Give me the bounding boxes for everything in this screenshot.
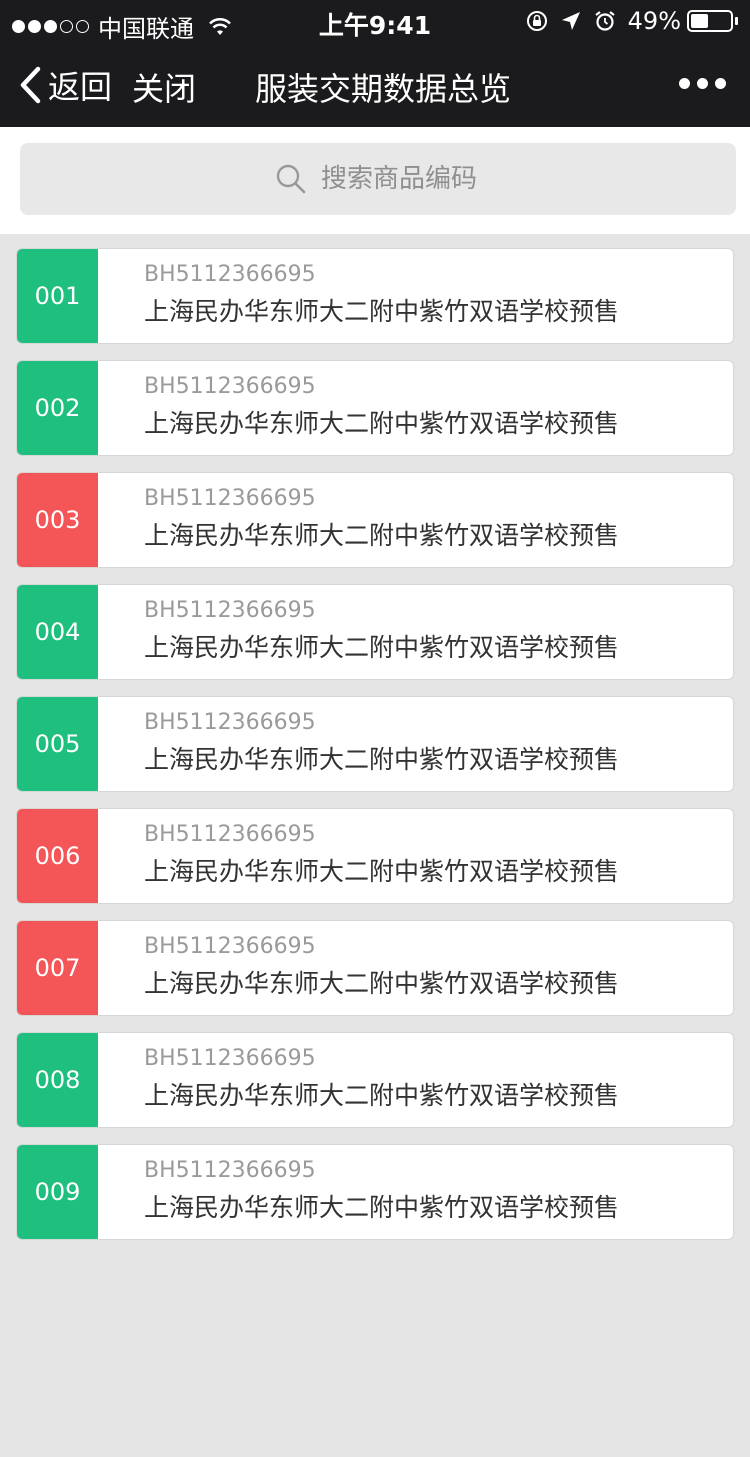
search-box[interactable] — [20, 143, 736, 215]
index-badge: 006 — [17, 809, 98, 903]
chevron-left-icon — [20, 66, 41, 104]
product-code: BH5112366695 — [144, 486, 316, 511]
product-code: BH5112366695 — [144, 710, 316, 735]
product-code: BH5112366695 — [144, 598, 316, 623]
status-bar: 中国联通 上午9:41 49% — [0, 0, 750, 43]
index-badge: 003 — [17, 473, 98, 567]
item-info: BH5112366695 上海民办华东师大二附中紫竹双语学校预售 — [144, 597, 619, 663]
list-item[interactable]: 008 BH5112366695 上海民办华东师大二附中紫竹双语学校预售 — [16, 1032, 734, 1128]
index-badge: 005 — [17, 697, 98, 791]
more-dot-icon — [715, 78, 726, 89]
item-info: BH5112366695 上海民办华东师大二附中紫竹双语学校预售 — [144, 1045, 619, 1111]
product-code: BH5112366695 — [144, 262, 316, 287]
item-info: BH5112366695 上海民办华东师大二附中紫竹双语学校预售 — [144, 821, 619, 887]
product-name: 上海民办华东师大二附中紫竹双语学校预售 — [144, 633, 620, 662]
index-badge: 007 — [17, 921, 98, 1015]
product-name: 上海民办华东师大二附中紫竹双语学校预售 — [144, 1193, 620, 1222]
list-item[interactable]: 001 BH5112366695 上海民办华东师大二附中紫竹双语学校预售 — [16, 248, 734, 344]
item-info: BH5112366695 上海民办华东师大二附中紫竹双语学校预售 — [144, 373, 619, 439]
list-item[interactable]: 002 BH5112366695 上海民办华东师大二附中紫竹双语学校预售 — [16, 360, 734, 456]
product-list: 001 BH5112366695 上海民办华东师大二附中紫竹双语学校预售 002 BH5… — [16, 248, 734, 1256]
item-info: BH5112366695 上海民办华东师大二附中紫竹双语学校预售 — [144, 1157, 619, 1223]
product-name: 上海民办华东师大二附中紫竹双语学校预售 — [144, 297, 620, 326]
back-label: 返回 — [48, 68, 113, 106]
list-item[interactable]: 004 BH5112366695 上海民办华东师大二附中紫竹双语学校预售 — [16, 584, 734, 680]
close-button[interactable]: 关闭 — [132, 64, 196, 110]
battery-icon — [687, 10, 733, 32]
product-code: BH5112366695 — [144, 934, 316, 959]
battery-percent: 49% — [627, 7, 681, 35]
product-code: BH5112366695 — [144, 374, 316, 399]
battery-tip — [735, 17, 738, 25]
battery-fill — [691, 14, 708, 28]
page-title: 服装交期数据总览 — [255, 70, 512, 108]
location-arrow-icon — [561, 12, 580, 30]
product-name: 上海民办华东师大二附中紫竹双语学校预售 — [144, 409, 620, 438]
product-name: 上海民办华东师大二附中紫竹双语学校预售 — [144, 857, 620, 886]
product-name: 上海民办华东师大二附中紫竹双语学校预售 — [144, 521, 620, 550]
status-right-group: 49% — [514, 7, 738, 35]
item-info: BH5112366695 上海民办华东师大二附中紫竹双语学校预售 — [144, 485, 619, 551]
list-item[interactable]: 009 BH5112366695 上海民办华东师大二附中紫竹双语学校预售 — [16, 1144, 734, 1240]
product-code: BH5112366695 — [144, 1158, 316, 1183]
index-badge: 002 — [17, 361, 98, 455]
index-badge: 008 — [17, 1033, 98, 1127]
search-bar-container — [0, 127, 750, 234]
item-info: BH5112366695 上海民办华东师大二附中紫竹双语学校预售 — [144, 709, 619, 775]
list-item[interactable]: 003 BH5112366695 上海民办华东师大二附中紫竹双语学校预售 — [16, 472, 734, 568]
alarm-icon — [594, 11, 615, 31]
product-name: 上海民办华东师大二附中紫竹双语学校预售 — [144, 969, 620, 998]
product-name: 上海民办华东师大二附中紫竹双语学校预售 — [144, 1081, 620, 1110]
index-badge: 009 — [17, 1145, 98, 1239]
product-code: BH5112366695 — [144, 1046, 316, 1071]
item-info: BH5112366695 上海民办华东师大二附中紫竹双语学校预售 — [144, 933, 619, 999]
orientation-lock-icon — [526, 11, 547, 31]
more-button[interactable] — [672, 78, 726, 89]
search-input[interactable] — [321, 164, 481, 194]
index-badge: 004 — [17, 585, 98, 679]
more-dot-icon — [679, 78, 690, 89]
nav-bar: 返回 关闭 服装交期数据总览 — [0, 40, 750, 127]
top-bar: 中国联通 上午9:41 49% 返回 关闭 服装交期数据总览 — [0, 0, 750, 127]
search-icon — [276, 164, 306, 194]
back-button[interactable]: 返回 — [18, 62, 112, 108]
list-item[interactable]: 006 BH5112366695 上海民办华东师大二附中紫竹双语学校预售 — [16, 808, 734, 904]
index-badge: 001 — [17, 249, 98, 343]
product-code: BH5112366695 — [144, 822, 316, 847]
list-item[interactable]: 007 BH5112366695 上海民办华东师大二附中紫竹双语学校预售 — [16, 920, 734, 1016]
item-info: BH5112366695 上海民办华东师大二附中紫竹双语学校预售 — [144, 261, 619, 327]
product-name: 上海民办华东师大二附中紫竹双语学校预售 — [144, 745, 620, 774]
list-item[interactable]: 005 BH5112366695 上海民办华东师大二附中紫竹双语学校预售 — [16, 696, 734, 792]
more-dot-icon — [697, 78, 708, 89]
